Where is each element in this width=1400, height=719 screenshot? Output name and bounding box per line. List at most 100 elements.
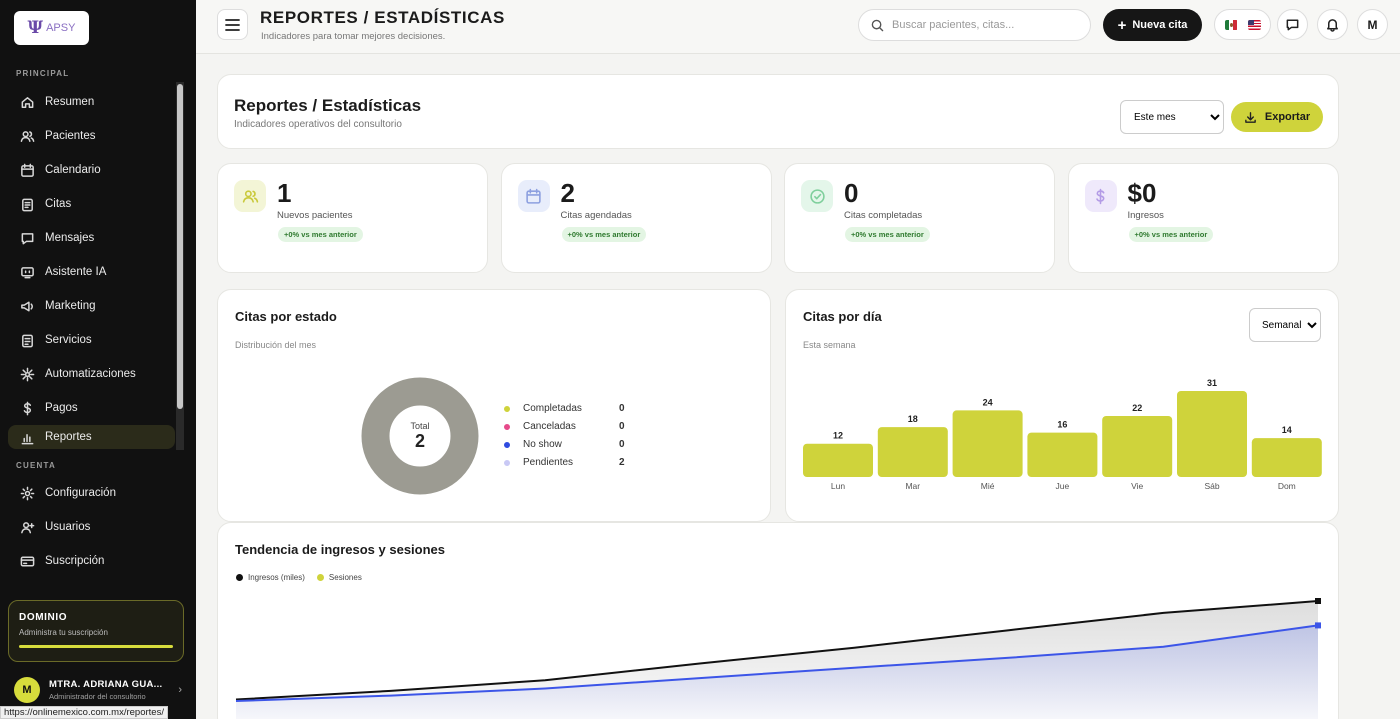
sidebar-item-asistente-ia[interactable]: Asistente IA: [0, 255, 175, 289]
assistant-icon: [21, 266, 34, 278]
stat-icon-box: [517, 180, 550, 212]
stat-icon-box: [234, 180, 266, 212]
user-avatar-button[interactable]: M: [1357, 9, 1388, 40]
stat-icon-box: [801, 180, 833, 212]
series-endpoint-ingresos[interactable]: [1315, 598, 1321, 604]
bar-value-label: 24: [983, 397, 993, 407]
stat-card-completed-appointments: 0 Citas completadas +0% vs mes anterior: [784, 163, 1055, 273]
search-input[interactable]: [892, 19, 1082, 31]
sidebar-item-pagos[interactable]: Pagos: [0, 391, 175, 425]
dollar-icon: [23, 401, 32, 415]
user-plus-icon: [21, 521, 35, 533]
sidebar-account-usuarios[interactable]: Usuarios: [0, 510, 175, 544]
sidebar-scrollbar[interactable]: [176, 82, 184, 450]
sidebar-item-marketing[interactable]: Marketing: [0, 289, 175, 323]
sidebar-item-automatizaciones[interactable]: Automatizaciones: [0, 357, 175, 391]
section-label-principal: PRINCIPAL: [16, 69, 70, 78]
sidebar-item-label: Reportes: [45, 431, 92, 443]
export-button[interactable]: Exportar: [1231, 102, 1323, 132]
notifications-button[interactable]: [1317, 9, 1348, 40]
legend-status-count: 2: [619, 457, 625, 468]
stat-icon-box: [1084, 180, 1117, 212]
sidebar-item-label: Marketing: [45, 300, 96, 312]
bar-Dom[interactable]: [1251, 438, 1322, 477]
bar-category-label: Dom: [1278, 481, 1296, 491]
calendar-icon: [526, 188, 541, 204]
messages-button[interactable]: [1277, 9, 1308, 40]
status-legend-item: Completadas 0: [504, 403, 625, 414]
stat-label: Ingresos: [1127, 210, 1164, 221]
bar-Sáb[interactable]: [1177, 391, 1247, 477]
plus-icon: +: [1117, 16, 1127, 34]
sidebar-item-label: Suscripción: [45, 555, 105, 567]
sidebar-account-suscripcion[interactable]: Suscripción: [0, 544, 175, 578]
user-profile[interactable]: M MTRA. ADRIANA GUA... Administrador del…: [14, 675, 190, 705]
plan-progress-bar: [19, 645, 173, 648]
sidebar: Ψ APSY PRINCIPAL Resumen Pacientes Calenda…: [0, 0, 196, 719]
legend-status-count: 0: [619, 439, 625, 450]
chart-icon: [21, 434, 34, 445]
stat-value: 0: [844, 178, 859, 208]
mexico-flag-icon[interactable]: [1224, 19, 1238, 30]
download-icon: [1245, 111, 1256, 123]
user-avatar: M: [14, 677, 40, 703]
stat-delta-badge: +0% vs mes anterior: [1128, 227, 1214, 242]
user-role: Administrador del consultorio: [49, 692, 146, 701]
report-title: Reportes / Estadísticas: [234, 96, 422, 115]
bar-Mar[interactable]: [877, 427, 948, 477]
section-label-cuenta: CUENTA: [16, 461, 56, 470]
sidebar-item-label: Resumen: [45, 96, 95, 108]
stat-delta-badge: +0% vs mes anterior: [561, 227, 647, 242]
sidebar-item-citas[interactable]: Citas: [0, 187, 175, 221]
stat-label: Nuevos pacientes: [277, 210, 353, 221]
sidebar-item-label: Asistente IA: [45, 266, 107, 278]
users-icon: [20, 130, 35, 142]
sidebar-item-mensajes[interactable]: Mensajes: [0, 221, 175, 255]
bar-Vie[interactable]: [1102, 415, 1173, 477]
bar-category-label: Vie: [1131, 481, 1143, 491]
plan-title: DOMINIO: [19, 612, 68, 623]
sidebar-item-servicios[interactable]: Servicios: [0, 323, 175, 357]
topbar: REPORTES / ESTADÍSTICAS Indicadores para…: [196, 0, 1400, 54]
series-endpoint-sesiones[interactable]: [1315, 622, 1321, 629]
dollar-icon: [1096, 188, 1105, 204]
sidebar-account-configuracion[interactable]: Configuración: [0, 476, 175, 510]
bar-value-label: 31: [1207, 378, 1217, 388]
status-legend-item: Pendientes 2: [504, 457, 625, 468]
new-appointment-button[interactable]: + Nueva cita: [1103, 9, 1202, 41]
stat-card-scheduled-appointments: 2 Citas agendadas +0% vs mes anterior: [500, 163, 772, 273]
new-appointment-label: Nueva cita: [1132, 19, 1188, 31]
search-box[interactable]: [858, 9, 1091, 41]
stat-card-revenue: $0 Ingresos +0% vs mes anterior: [1067, 163, 1339, 273]
list-icon: [22, 334, 33, 347]
account-nav: Configuración Usuarios Suscripción: [0, 476, 175, 578]
menu-button[interactable]: [217, 9, 248, 40]
home-icon: [21, 96, 34, 108]
donut-total-value: 2: [415, 431, 425, 451]
sidebar-item-resumen[interactable]: Resumen: [0, 85, 175, 119]
report-header-card: Reportes / Estadísticas Indicadores oper…: [217, 74, 1339, 149]
app-logo[interactable]: Ψ APSY: [14, 11, 89, 45]
bell-icon: [1327, 19, 1338, 32]
sidebar-item-reportes[interactable]: Reportes: [8, 425, 175, 449]
users-icon: [242, 189, 258, 203]
bar-Lun[interactable]: [803, 443, 873, 477]
psi-logo-icon: Ψ: [27, 18, 44, 38]
sidebar-item-pacientes[interactable]: Pacientes: [0, 119, 175, 153]
language-switcher: [1214, 9, 1271, 40]
sidebar-item-calendario[interactable]: Calendario: [0, 153, 175, 187]
export-label: Exportar: [1264, 111, 1311, 123]
bar-Jue[interactable]: [1027, 432, 1098, 477]
bar-value-label: 12: [833, 431, 843, 441]
period-select[interactable]: Este mes: [1120, 100, 1224, 134]
hamburger-icon: [225, 18, 240, 31]
usa-flag-icon[interactable]: [1247, 19, 1261, 30]
sidebar-item-label: Pacientes: [45, 130, 96, 142]
stat-card-new-patients: 1 Nuevos pacientes +0% vs mes anterior: [217, 163, 488, 273]
bar-Mié[interactable]: [952, 410, 1023, 477]
scrollbar-thumb[interactable]: [177, 84, 183, 409]
sidebar-item-label: Configuración: [45, 487, 116, 499]
bar-category-label: Mar: [905, 481, 920, 491]
bar-category-label: Sáb: [1204, 481, 1219, 491]
plan-card[interactable]: DOMINIO Administra tu suscripción: [8, 600, 184, 662]
